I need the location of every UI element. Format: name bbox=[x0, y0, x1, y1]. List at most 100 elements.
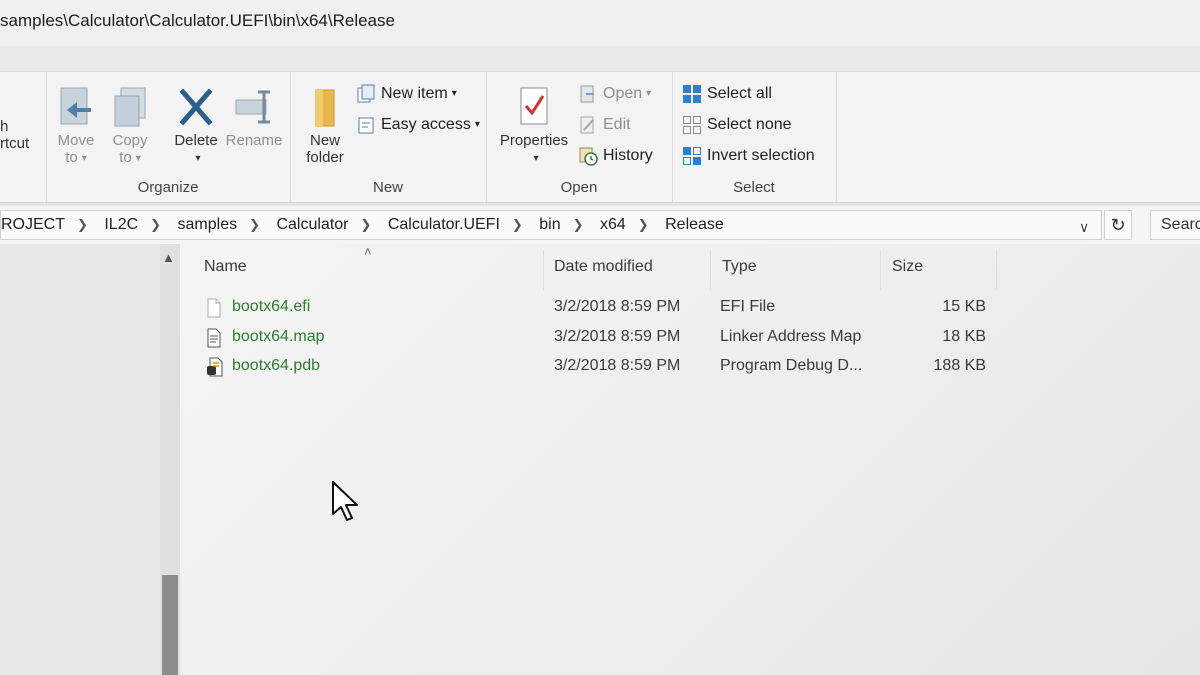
edit-label: Edit bbox=[603, 116, 631, 133]
chevron-right-icon[interactable]: ❯ bbox=[573, 217, 584, 232]
select-none-button[interactable]: Select none bbox=[682, 113, 792, 137]
easy-access-icon bbox=[358, 117, 374, 134]
select-none-label: Select none bbox=[707, 116, 792, 133]
column-header-size[interactable]: Size bbox=[892, 258, 923, 276]
invert-selection-icon bbox=[683, 146, 701, 165]
file-size: 18 KB bbox=[942, 328, 986, 345]
move-to-label-2: to bbox=[65, 149, 78, 166]
chevron-down-icon: ▾ bbox=[646, 88, 652, 99]
open-button[interactable]: Open ▾ bbox=[578, 82, 651, 106]
new-item-icon bbox=[357, 84, 375, 103]
search-input[interactable]: Searc bbox=[1150, 210, 1200, 240]
column-header-date[interactable]: Date modified bbox=[554, 258, 653, 276]
ribbon-group-open: Properties ▾ Open ▾ Edit History Open bbox=[486, 72, 673, 202]
ribbon-tab-strip bbox=[0, 46, 1200, 71]
address-bar-row: ROJECT ❯ IL2C ❯ samples ❯ Calculator ❯ Calcu… bbox=[0, 206, 1200, 244]
paste-shortcut-label-2: rtcut bbox=[0, 135, 30, 152]
column-divider[interactable] bbox=[543, 250, 544, 290]
chevron-right-icon[interactable]: ❯ bbox=[360, 217, 371, 232]
copy-to-label-1: Copy bbox=[112, 132, 148, 149]
breadcrumb-item[interactable]: ROJECT bbox=[1, 216, 65, 233]
chevron-down-icon: ▾ bbox=[533, 152, 539, 164]
properties-icon bbox=[520, 87, 548, 125]
chevron-down-icon: ▾ bbox=[81, 152, 87, 164]
delete-button[interactable]: Delete ▾ bbox=[170, 86, 222, 167]
invert-selection-button[interactable]: Invert selection bbox=[682, 144, 815, 168]
file-size: 188 KB bbox=[933, 357, 986, 374]
file-type: Linker Address Map bbox=[720, 328, 862, 345]
efi-file-icon bbox=[207, 298, 221, 318]
chevron-down-icon[interactable]: ∨ bbox=[1079, 219, 1089, 236]
table-row[interactable]: bootx64.pdb 3/2/2018 8:59 PM Program Deb… bbox=[180, 353, 1200, 381]
properties-label: Properties bbox=[499, 132, 569, 149]
file-date: 3/2/2018 8:59 PM bbox=[554, 298, 681, 315]
refresh-button[interactable]: ↻ bbox=[1104, 210, 1132, 240]
new-folder-button[interactable]: New folder bbox=[298, 86, 352, 166]
easy-access-label: Easy access bbox=[381, 116, 471, 134]
file-name[interactable]: bootx64.efi bbox=[232, 298, 310, 316]
delete-icon bbox=[179, 88, 213, 126]
history-button[interactable]: History bbox=[578, 144, 653, 168]
column-divider[interactable] bbox=[880, 250, 881, 290]
delete-label: Delete bbox=[174, 132, 218, 149]
chevron-right-icon[interactable]: ❯ bbox=[249, 217, 260, 232]
paste-shortcut-label-1: h bbox=[0, 118, 9, 135]
easy-access-button[interactable]: Easy access ▾ bbox=[356, 113, 480, 137]
select-all-button[interactable]: Select all bbox=[682, 82, 772, 106]
window-title: samples\Calculator\Calculator.UEFI\bin\x… bbox=[0, 11, 395, 30]
open-icon bbox=[580, 85, 594, 103]
folder-icon bbox=[315, 89, 335, 127]
rename-label: Rename bbox=[225, 132, 283, 149]
mouse-pointer-icon bbox=[332, 481, 358, 521]
column-divider[interactable] bbox=[710, 250, 711, 290]
new-group-label: New bbox=[372, 179, 403, 196]
breadcrumb-item[interactable]: Calculator bbox=[276, 216, 348, 233]
new-folder-label-2: folder bbox=[306, 149, 344, 166]
move-to-button[interactable]: Move to ▾ bbox=[54, 86, 98, 167]
breadcrumb-item[interactable]: samples bbox=[178, 216, 238, 233]
breadcrumb-item[interactable]: Release bbox=[665, 216, 724, 233]
paste-shortcut-button[interactable]: h rtcut bbox=[0, 118, 40, 152]
ribbon-group-select: Select all Select none Invert selection … bbox=[672, 72, 837, 202]
select-all-label: Select all bbox=[707, 85, 772, 102]
copy-to-icon bbox=[114, 87, 146, 127]
properties-button[interactable]: Properties ▾ bbox=[494, 86, 574, 167]
scrollbar-thumb[interactable] bbox=[162, 575, 178, 675]
scroll-up-icon[interactable]: ▲ bbox=[162, 250, 175, 265]
file-type: Program Debug D... bbox=[720, 357, 863, 374]
table-row[interactable]: bootx64.efi 3/2/2018 8:59 PM EFI File 15… bbox=[180, 294, 1200, 322]
file-name[interactable]: bootx64.pdb bbox=[232, 357, 320, 375]
history-icon bbox=[579, 147, 598, 166]
copy-to-button[interactable]: Copy to ▾ bbox=[106, 86, 154, 167]
navigation-pane bbox=[0, 244, 180, 675]
file-name[interactable]: bootx64.map bbox=[232, 328, 325, 346]
ribbon: h rtcut Move to ▾ Copy to ▾ Delete ▾ Ren… bbox=[0, 71, 1200, 203]
breadcrumb-item[interactable]: x64 bbox=[600, 216, 626, 233]
organize-group-label: Organize bbox=[137, 179, 199, 196]
rename-button[interactable]: Rename bbox=[224, 86, 284, 149]
column-header-name[interactable]: Name bbox=[204, 258, 247, 276]
ribbon-group-new: New folder New item ▾ Easy access ▾ New bbox=[290, 72, 487, 202]
chevron-right-icon[interactable]: ❯ bbox=[150, 217, 161, 232]
new-item-button[interactable]: New item ▾ bbox=[356, 82, 457, 106]
chevron-down-icon: ▾ bbox=[135, 152, 141, 164]
select-group-label: Select bbox=[733, 179, 775, 196]
chevron-right-icon[interactable]: ❯ bbox=[638, 217, 649, 232]
chevron-right-icon[interactable]: ❯ bbox=[512, 217, 523, 232]
breadcrumb: ROJECT ❯ IL2C ❯ samples ❯ Calculator ❯ Calcu… bbox=[1, 216, 724, 234]
title-bar: samples\Calculator\Calculator.UEFI\bin\x… bbox=[0, 0, 1200, 47]
rename-icon bbox=[235, 90, 270, 124]
column-header-type[interactable]: Type bbox=[722, 258, 757, 276]
map-file-icon bbox=[207, 328, 221, 348]
file-size: 15 KB bbox=[942, 298, 986, 315]
breadcrumb-item[interactable]: bin bbox=[539, 216, 560, 233]
pdb-file-icon bbox=[207, 357, 223, 377]
column-divider[interactable] bbox=[996, 250, 997, 290]
breadcrumb-item[interactable]: IL2C bbox=[104, 216, 138, 233]
address-bar[interactable]: ROJECT ❯ IL2C ❯ samples ❯ Calculator ❯ Calcu… bbox=[0, 210, 1102, 240]
edit-button[interactable]: Edit bbox=[578, 113, 631, 137]
chevron-right-icon[interactable]: ❯ bbox=[77, 217, 88, 232]
invert-selection-label: Invert selection bbox=[707, 147, 815, 164]
breadcrumb-item[interactable]: Calculator.UEFI bbox=[388, 216, 500, 233]
table-row[interactable]: bootx64.map 3/2/2018 8:59 PM Linker Addr… bbox=[180, 324, 1200, 352]
